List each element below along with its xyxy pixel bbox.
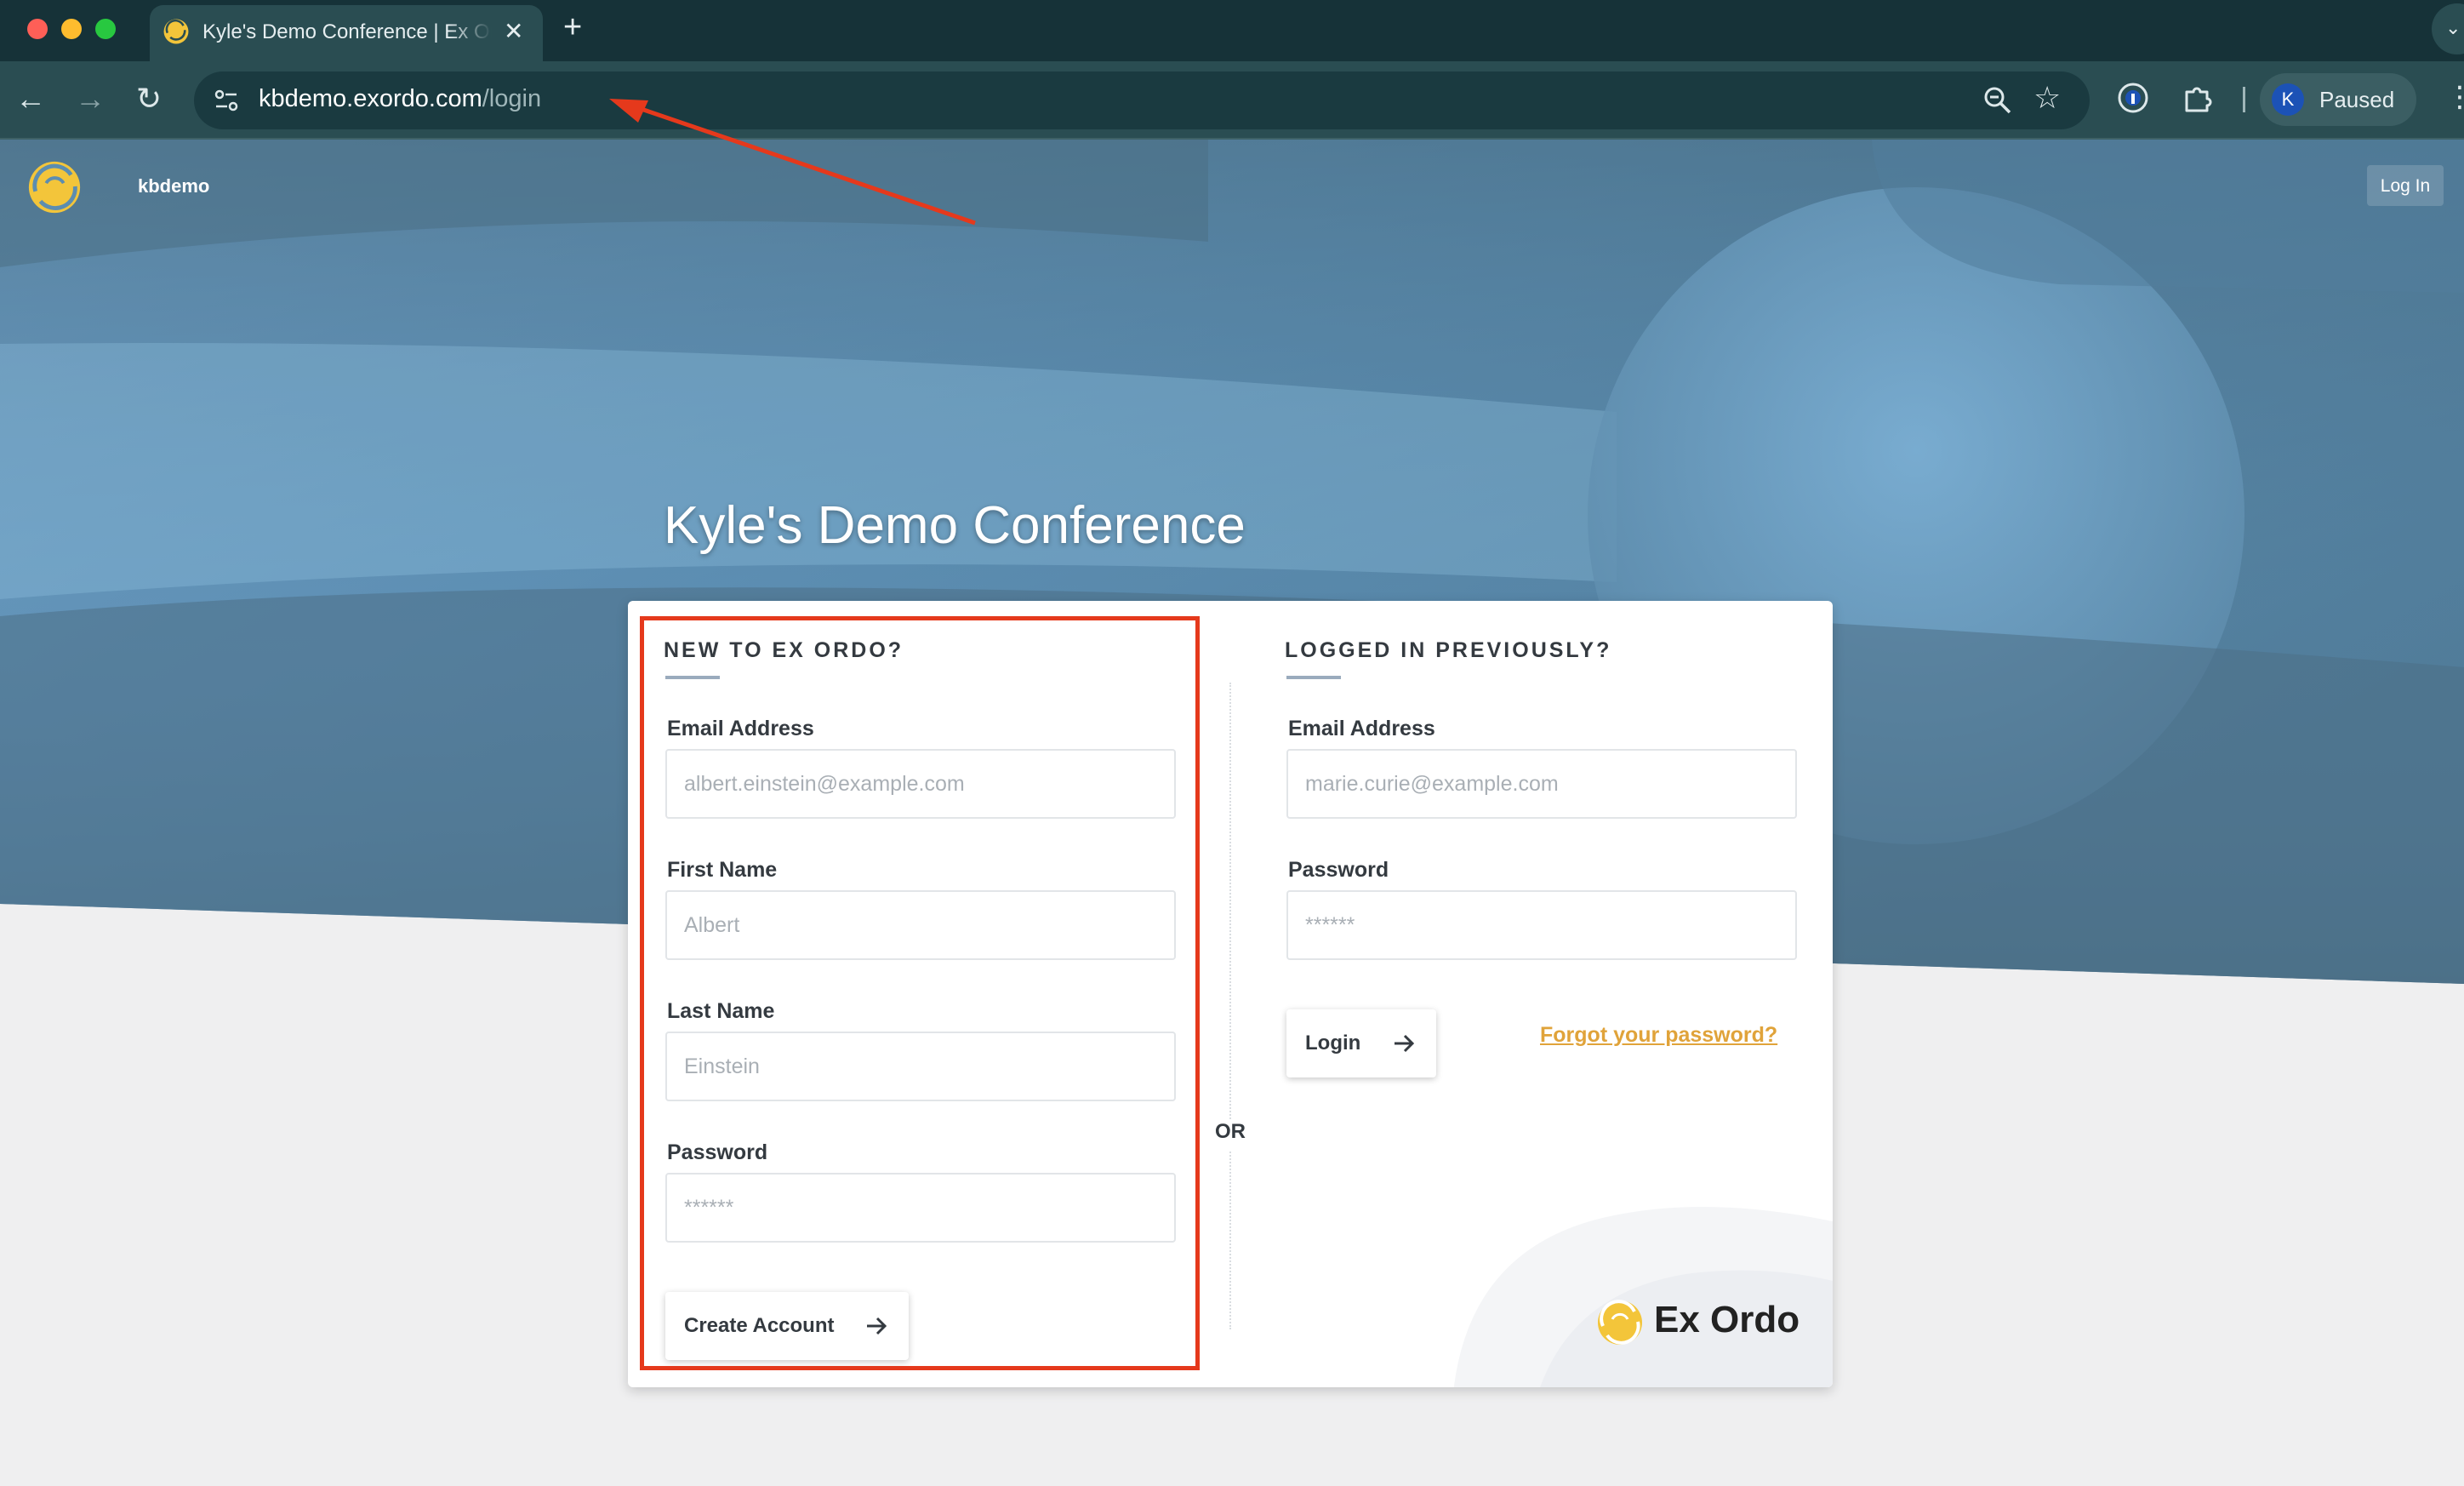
ex-ordo-logo-icon (1598, 1300, 1642, 1345)
email-label: Email Address (1288, 717, 1435, 740)
maximize-window-button[interactable] (95, 19, 116, 39)
tab-close-icon[interactable]: ✕ (504, 19, 523, 44)
site-settings-icon[interactable] (211, 85, 242, 116)
address-bar[interactable]: kbdemo.exordo.com/login ☆ (194, 71, 2090, 129)
reload-button[interactable]: ↻ (136, 82, 162, 116)
forgot-password-link[interactable]: Forgot your password? (1540, 1023, 1777, 1048)
web-page: kbdemo Log In Kyle's Demo Conference NEW… (0, 140, 2464, 1486)
ex-ordo-wordmark: Ex Ordo (1654, 1299, 1800, 1340)
minimize-window-button[interactable] (61, 19, 82, 39)
page-title: Kyle's Demo Conference (664, 496, 1246, 555)
tab-title: Kyle's Demo Conference | Ex Ordo (202, 20, 492, 43)
url-text[interactable]: kbdemo.exordo.com/login (259, 85, 541, 113)
login-label: Login (1305, 1032, 1361, 1054)
tab-search-button[interactable]: ⌄ (2432, 3, 2464, 54)
site-logo-icon[interactable] (26, 158, 83, 216)
close-window-button[interactable] (27, 19, 48, 39)
back-button[interactable]: ← (15, 82, 46, 116)
toolbar-separator (2243, 87, 2245, 112)
login-password-field[interactable] (1286, 890, 1797, 960)
highlight-box-annotation (640, 616, 1200, 1370)
header-login-button[interactable]: Log In (2367, 165, 2444, 206)
ex-ordo-favicon-icon (163, 19, 189, 44)
browser-menu-icon[interactable]: ⋮ (2445, 80, 2464, 114)
url-path: /login (482, 85, 542, 112)
profile-chip[interactable]: K Paused (2260, 73, 2416, 126)
zoom-icon[interactable] (1981, 83, 2015, 117)
extensions-puzzle-icon[interactable] (2180, 80, 2216, 116)
new-tab-button[interactable]: + (563, 10, 582, 44)
bookmark-star-icon[interactable]: ☆ (2033, 80, 2061, 116)
password-manager-extension-icon[interactable] (2115, 80, 2151, 116)
browser-tab-active[interactable]: Kyle's Demo Conference | Ex Ordo ✕ (150, 5, 543, 61)
browser-toolbar: ← → ↻ kbdemo.exordo.com/login ☆ (0, 61, 2464, 140)
or-separator: OR (1213, 1120, 1247, 1151)
forward-button[interactable]: → (75, 82, 106, 116)
card-decoration (1453, 1207, 1833, 1387)
url-host: kbdemo.exordo.com (259, 85, 482, 112)
avatar: K (2272, 83, 2304, 116)
browser-tab-strip: Kyle's Demo Conference | Ex Ordo ✕ + ⌄ (0, 0, 2464, 61)
login-password-label: Password (1288, 858, 1389, 882)
profile-status: Paused (2319, 87, 2395, 112)
heading-underline (1286, 676, 1341, 679)
site-brand-name[interactable]: kbdemo (138, 175, 209, 197)
login-button[interactable]: Login (1286, 1009, 1436, 1077)
existing-account-heading: LOGGED IN PREVIOUSLY? (1285, 638, 1612, 662)
login-email-field[interactable] (1286, 749, 1797, 819)
column-divider (1229, 683, 1231, 1329)
arrow-right-icon (1395, 1034, 1415, 1053)
